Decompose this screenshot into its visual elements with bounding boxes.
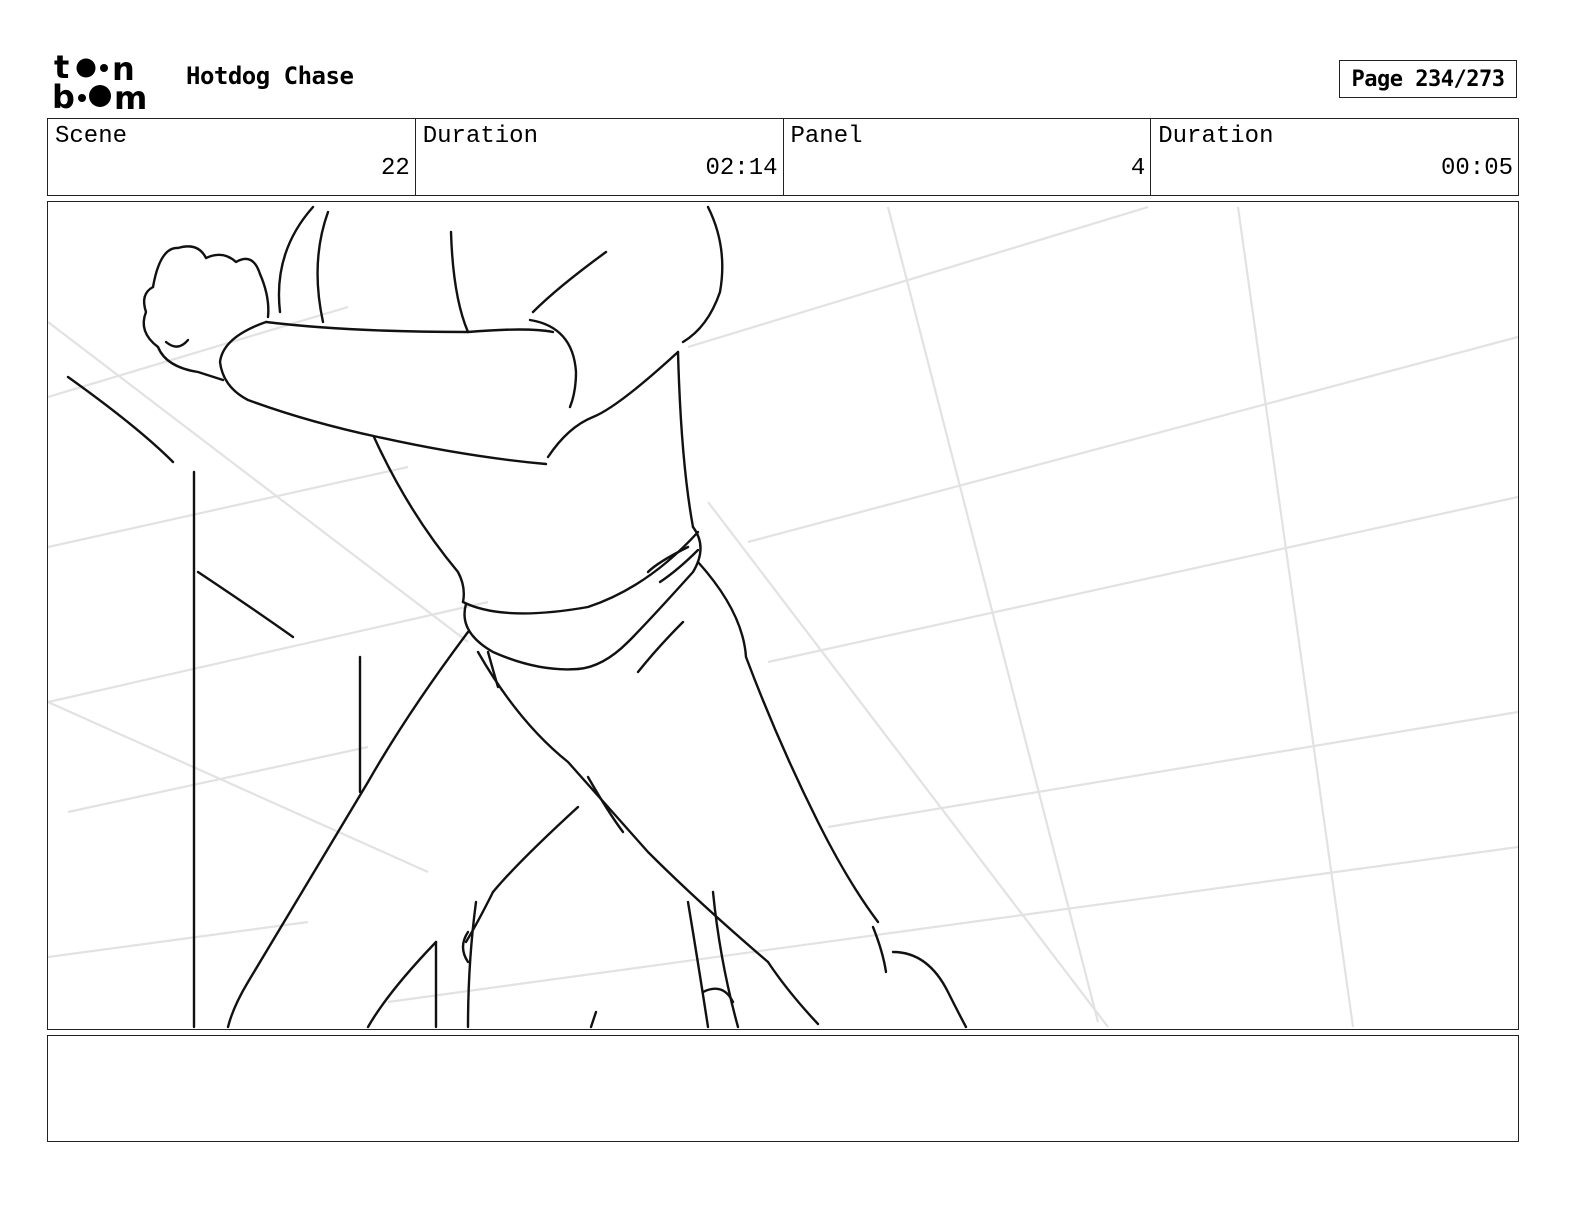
scene-duration-label: Duration — [422, 123, 538, 150]
svg-text:b: b — [52, 78, 75, 112]
panel-duration-value: 00:05 — [1440, 155, 1513, 182]
panel-info-bar: Scene 22 Duration 02:14 Panel 4 Duration… — [47, 118, 1519, 196]
page-label: Page 234/273 — [1351, 66, 1505, 92]
toon-boom-logo: t n b m — [52, 48, 164, 117]
page-indicator: Page 234/273 — [1339, 60, 1517, 98]
storyboard-sketch-image — [48, 205, 1518, 1029]
svg-text:m: m — [114, 79, 147, 112]
panel-value: 4 — [1130, 155, 1146, 182]
scene-value: 22 — [380, 155, 410, 182]
project-title: Hotdog Chase — [186, 62, 354, 90]
panel-label: Panel — [790, 123, 863, 150]
scene-cell: Scene 22 — [48, 119, 416, 195]
storyboard-panel — [47, 201, 1519, 1030]
panel-notes — [47, 1035, 1519, 1142]
scene-label: Scene — [55, 123, 128, 150]
panel-duration-cell: Duration 00:05 — [1151, 119, 1518, 195]
scene-duration-value: 02:14 — [705, 155, 778, 182]
scene-duration-cell: Duration 02:14 — [416, 119, 784, 195]
panel-duration-label: Duration — [1158, 123, 1274, 150]
panel-cell: Panel 4 — [784, 119, 1152, 195]
